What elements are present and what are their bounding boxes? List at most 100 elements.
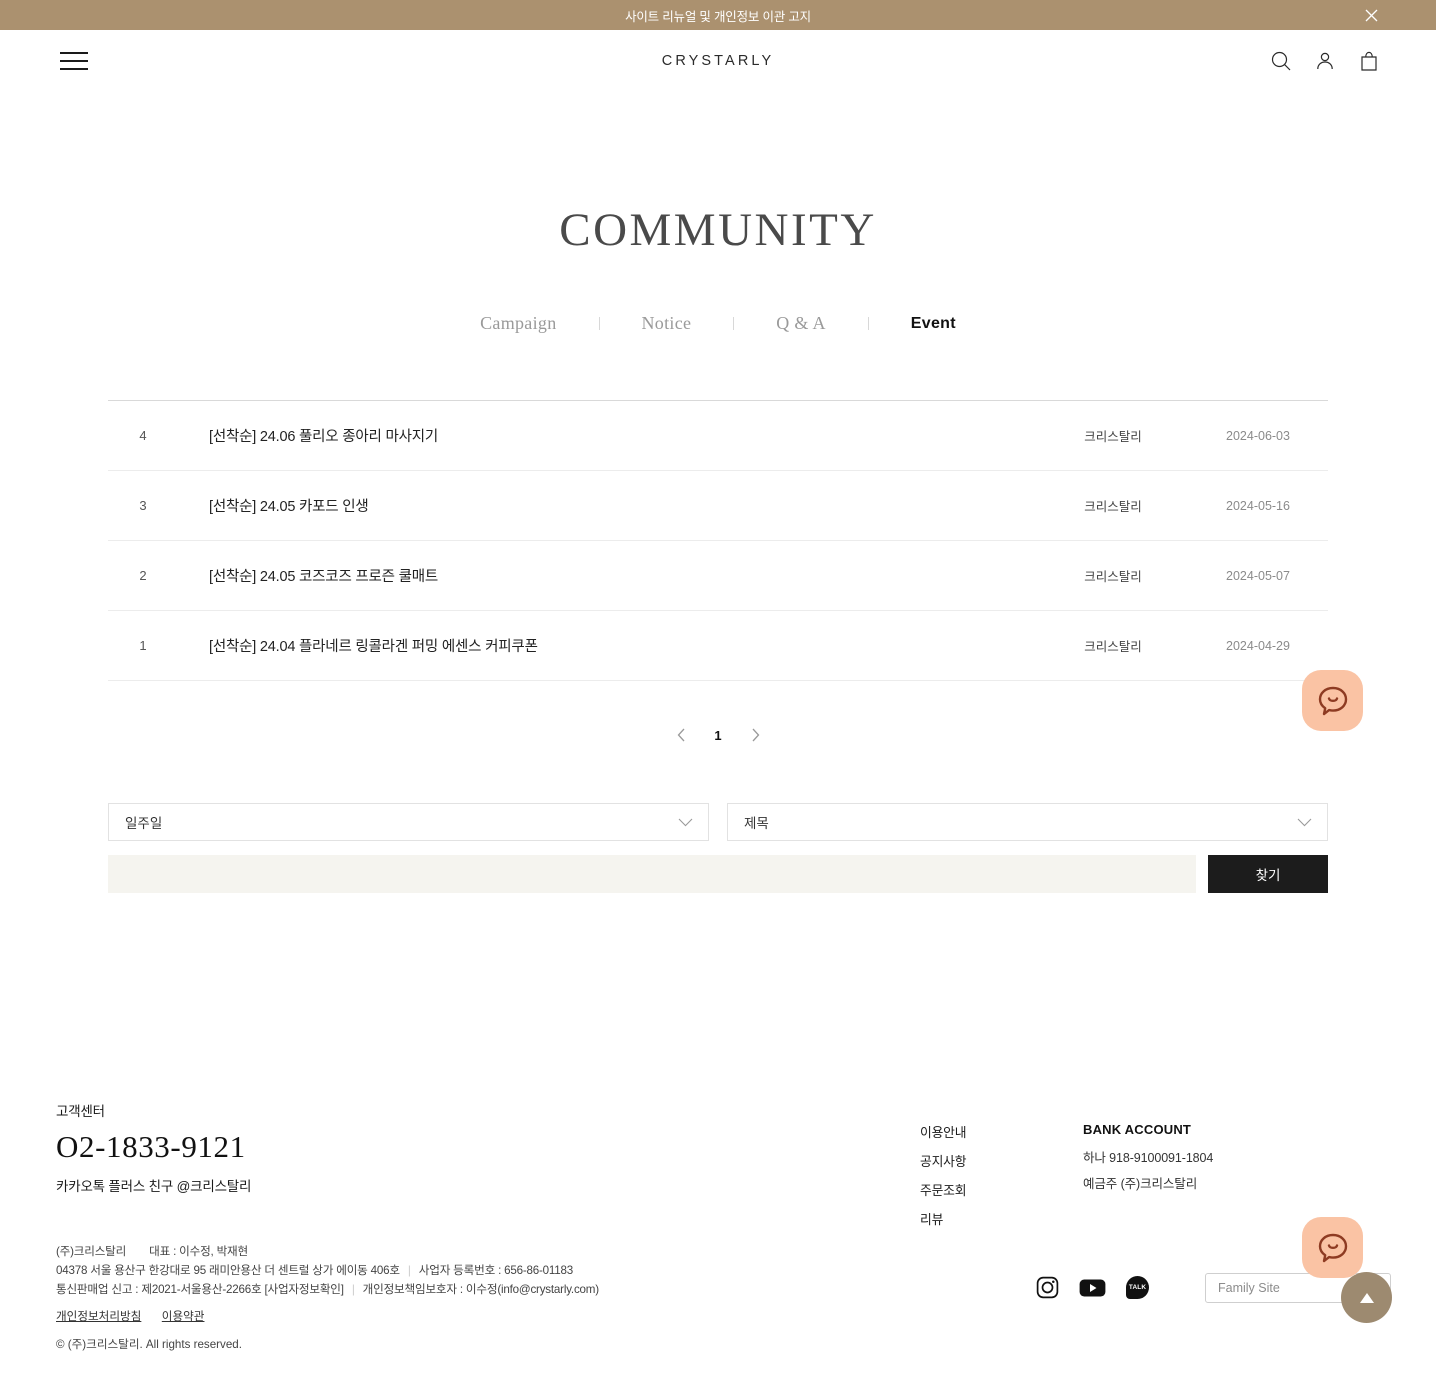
customer-center-block: 고객센터 O2-1833-9121 카카오톡 플러스 친구 @크리스탈리 xyxy=(56,1100,251,1195)
table-row[interactable]: 3 [선착순] 24.05 카포드 인생 크리스탈리 2024-05-16 xyxy=(108,471,1328,541)
row-title[interactable]: [선착순] 24.06 풀리오 종아리 마사지기 xyxy=(178,425,1038,446)
legal-divider: | xyxy=(407,1264,411,1278)
legal-divider: | xyxy=(351,1283,355,1297)
youtube-icon[interactable] xyxy=(1079,1278,1106,1298)
filter-select-row: 일주일 제목 xyxy=(108,803,1328,841)
row-date: 2024-06-03 xyxy=(1226,428,1290,443)
search-field-select-value: 제목 xyxy=(744,816,769,831)
footer-link-review[interactable]: 리뷰 xyxy=(920,1209,1083,1228)
row-number: 3 xyxy=(139,498,147,513)
tab-divider xyxy=(867,317,869,330)
table-row[interactable]: 2 [선착순] 24.05 코즈코즈 프로즌 쿨매트 크리스탈리 2024-05… xyxy=(108,541,1328,611)
bank-account-title: BANK ACCOUNT xyxy=(1083,1122,1192,1137)
legal-line-address: 04378 서울 용산구 한강대로 95 래미안용산 더 센트럴 상가 에이동 … xyxy=(56,1261,599,1280)
legal-company-name: (주)크리스탈리 xyxy=(56,1245,127,1258)
banner-text: 사이트 리뉴얼 및 개인정보 이관 고지 xyxy=(625,9,811,24)
row-title[interactable]: [선착순] 24.05 카포드 인생 xyxy=(178,495,1038,516)
footer-link-guide[interactable]: 이용안내 xyxy=(920,1122,1083,1141)
footer-link-order-lookup[interactable]: 주문조회 xyxy=(920,1180,1083,1199)
event-board-table: 4 [선착순] 24.06 풀리오 종아리 마사지기 크리스탈리 2024-06… xyxy=(108,400,1328,681)
header-icon-group xyxy=(1270,50,1380,72)
bank-account-block: BANK ACCOUNT 하나 918-9100091-1804 예금주 (주)… xyxy=(1083,1122,1213,1238)
legal-address: 04378 서울 용산구 한강대로 95 래미안용산 더 센트럴 상가 에이동 … xyxy=(56,1264,400,1278)
community-tab-nav: Campaign Notice Q & A Event xyxy=(0,313,1436,334)
footer-social-icons: TALK xyxy=(1036,1276,1149,1299)
chevron-down-icon xyxy=(678,818,693,826)
page-number-1[interactable]: 1 xyxy=(710,728,726,743)
instagram-icon-svg xyxy=(1036,1276,1059,1299)
row-date: 2024-04-29 xyxy=(1226,638,1290,653)
privacy-policy-link[interactable]: 개인정보처리방침 xyxy=(56,1310,141,1323)
scroll-to-top-button[interactable] xyxy=(1341,1272,1392,1323)
row-date: 2024-05-16 xyxy=(1226,498,1290,513)
period-select-value: 일주일 xyxy=(125,816,163,831)
cart-icon[interactable] xyxy=(1358,50,1380,72)
row-number: 2 xyxy=(139,568,147,583)
legal-mailorder: 통신판매업 신고 : 제2021-서울용산-2266호 [사업자정보확인] xyxy=(56,1283,344,1297)
account-icon[interactable] xyxy=(1314,50,1336,72)
footer-link-notice[interactable]: 공지사항 xyxy=(920,1151,1083,1170)
row-title[interactable]: [선착순] 24.05 코즈코즈 프로즌 쿨매트 xyxy=(178,565,1038,586)
search-button[interactable]: 찾기 xyxy=(1208,855,1328,893)
board-search-filter: 일주일 제목 찾기 xyxy=(108,803,1328,893)
row-author: 크리스탈리 xyxy=(1084,500,1142,514)
customer-center-title: 고객센터 xyxy=(56,1104,105,1119)
tab-campaign[interactable]: Campaign xyxy=(478,313,558,334)
legal-line-mailorder: 통신판매업 신고 : 제2021-서울용산-2266호 [사업자정보확인] | … xyxy=(56,1280,599,1299)
legal-privacy-officer: 개인정보책임보호자 : 이수정(info@crystarly.com) xyxy=(362,1283,599,1297)
terms-link[interactable]: 이용약관 xyxy=(162,1310,205,1323)
tab-qna[interactable]: Q & A xyxy=(774,313,828,334)
legal-business-number: 사업자 등록번호 : 656-86-01183 xyxy=(418,1264,574,1278)
youtube-icon-svg xyxy=(1079,1279,1106,1296)
announcement-banner: 사이트 리뉴얼 및 개인정보 이관 고지 xyxy=(0,0,1436,30)
tab-divider xyxy=(733,317,735,330)
legal-policy-links: 개인정보처리방침 이용약관 xyxy=(56,1303,599,1329)
period-select[interactable]: 일주일 xyxy=(108,803,709,841)
copyright-text: © (주)크리스탈리. All rights reserved. xyxy=(56,1337,242,1351)
tab-event[interactable]: Event xyxy=(909,315,958,333)
footer-legal-info: (주)크리스탈리 대표 : 이수정, 박재현 04378 서울 용산구 한강대로… xyxy=(56,1242,599,1354)
chat-bubble-smiley-icon[interactable] xyxy=(1302,1217,1363,1278)
chevron-right-icon-svg xyxy=(752,728,759,742)
keyword-search-row: 찾기 xyxy=(108,855,1328,893)
legal-ceo: 대표 : 이수정, 박재현 xyxy=(149,1245,248,1258)
close-icon-svg xyxy=(1365,9,1377,21)
brand-logo[interactable]: CRYSTARLY xyxy=(662,53,775,69)
triangle-up-icon xyxy=(1359,1292,1374,1303)
tab-divider xyxy=(598,317,600,330)
close-icon[interactable] xyxy=(1362,6,1380,24)
row-number: 4 xyxy=(139,428,147,443)
footer-link-list: 이용안내 공지사항 주문조회 리뷰 xyxy=(920,1122,1083,1238)
chat-bubble-smiley-svg xyxy=(1318,686,1347,715)
hamburger-bar xyxy=(60,52,88,54)
kakaotalk-icon[interactable]: TALK xyxy=(1126,1276,1149,1299)
table-row[interactable]: 1 [선착순] 24.04 플라네르 링콜라겐 퍼밍 에센스 커피쿠폰 크리스탈… xyxy=(108,611,1328,681)
customer-center-kakao: 카카오톡 플러스 친구 @크리스탈리 xyxy=(56,1179,252,1194)
row-number: 1 xyxy=(139,638,147,653)
site-footer: 고객센터 O2-1833-9121 카카오톡 플러스 친구 @크리스탈리 이용안… xyxy=(0,1100,1436,1351)
row-title[interactable]: [선착순] 24.04 플라네르 링콜라겐 퍼밍 에센스 커피쿠폰 xyxy=(178,635,1038,656)
row-date: 2024-05-07 xyxy=(1226,568,1290,583)
pagination: 1 xyxy=(0,724,1436,746)
chevron-left-icon[interactable] xyxy=(670,724,692,746)
chevron-right-icon[interactable] xyxy=(744,724,766,746)
instagram-icon[interactable] xyxy=(1036,1276,1059,1299)
hamburger-icon[interactable] xyxy=(60,52,88,70)
search-field-select[interactable]: 제목 xyxy=(727,803,1328,841)
site-header: CRYSTARLY xyxy=(0,30,1436,92)
chat-bubble-smiley-svg xyxy=(1318,1233,1347,1262)
row-author: 크리스탈리 xyxy=(1084,430,1142,444)
table-row[interactable]: 4 [선착순] 24.06 풀리오 종아리 마사지기 크리스탈리 2024-06… xyxy=(108,401,1328,471)
search-input[interactable] xyxy=(108,855,1196,893)
tab-notice[interactable]: Notice xyxy=(640,313,694,334)
search-icon[interactable] xyxy=(1270,50,1292,72)
bank-account-holder: 예금주 (주)크리스탈리 xyxy=(1083,1177,1198,1191)
chat-bubble-smiley-icon[interactable] xyxy=(1302,670,1363,731)
chevron-down-icon xyxy=(1297,818,1312,826)
page-title: COMMUNITY xyxy=(559,204,877,256)
legal-spacer xyxy=(129,1245,149,1258)
family-site-label: Family Site xyxy=(1218,1281,1280,1295)
hamburger-bar xyxy=(60,60,88,62)
kakaotalk-badge-label: TALK xyxy=(1126,1276,1149,1299)
footer-columns: 이용안내 공지사항 주문조회 리뷰 BANK ACCOUNT 하나 918-91… xyxy=(920,1122,1213,1238)
